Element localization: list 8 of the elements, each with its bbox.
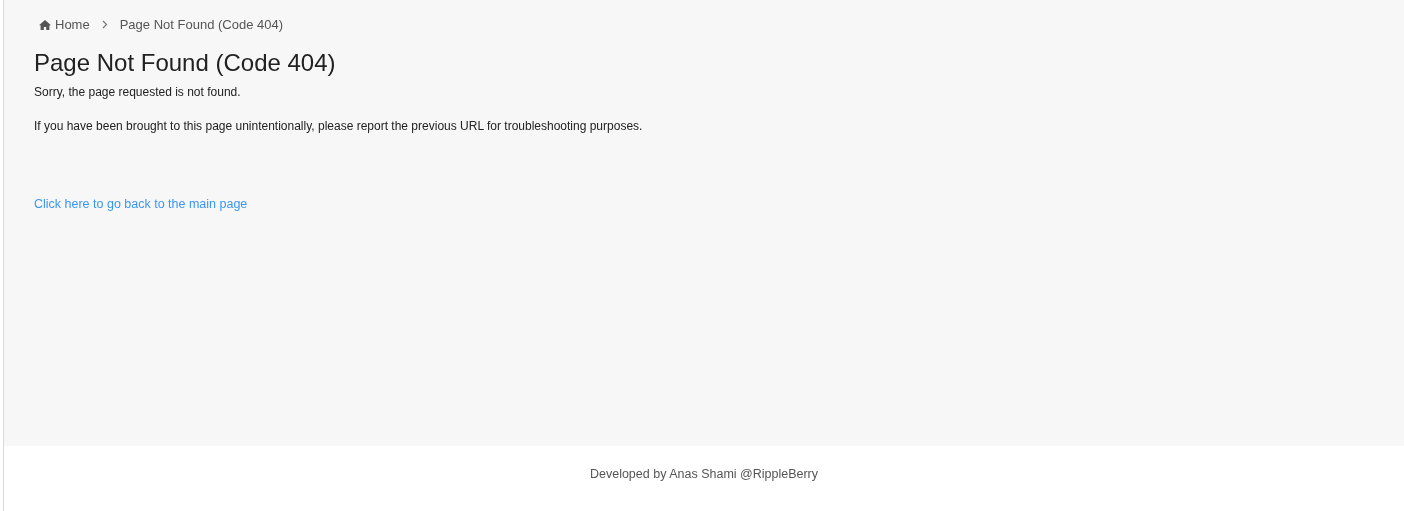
page-title: Page Not Found (Code 404) xyxy=(34,49,337,77)
chevron-right-icon xyxy=(101,20,108,29)
message-text: Sorry, the page requested is not found. xyxy=(34,85,242,99)
home-icon xyxy=(39,19,51,30)
footer-credit: Developed by Anas Shami @RippleBerry xyxy=(589,467,819,483)
current-breadcrumb: Page Not Found (Code 404) xyxy=(119,17,283,32)
message-text: If you have been brought to this page unintentionally, please report the previous URL for troubleshooting purposes. xyxy=(34,119,644,133)
home-breadcrumb-link[interactable]: Home xyxy=(39,17,90,32)
